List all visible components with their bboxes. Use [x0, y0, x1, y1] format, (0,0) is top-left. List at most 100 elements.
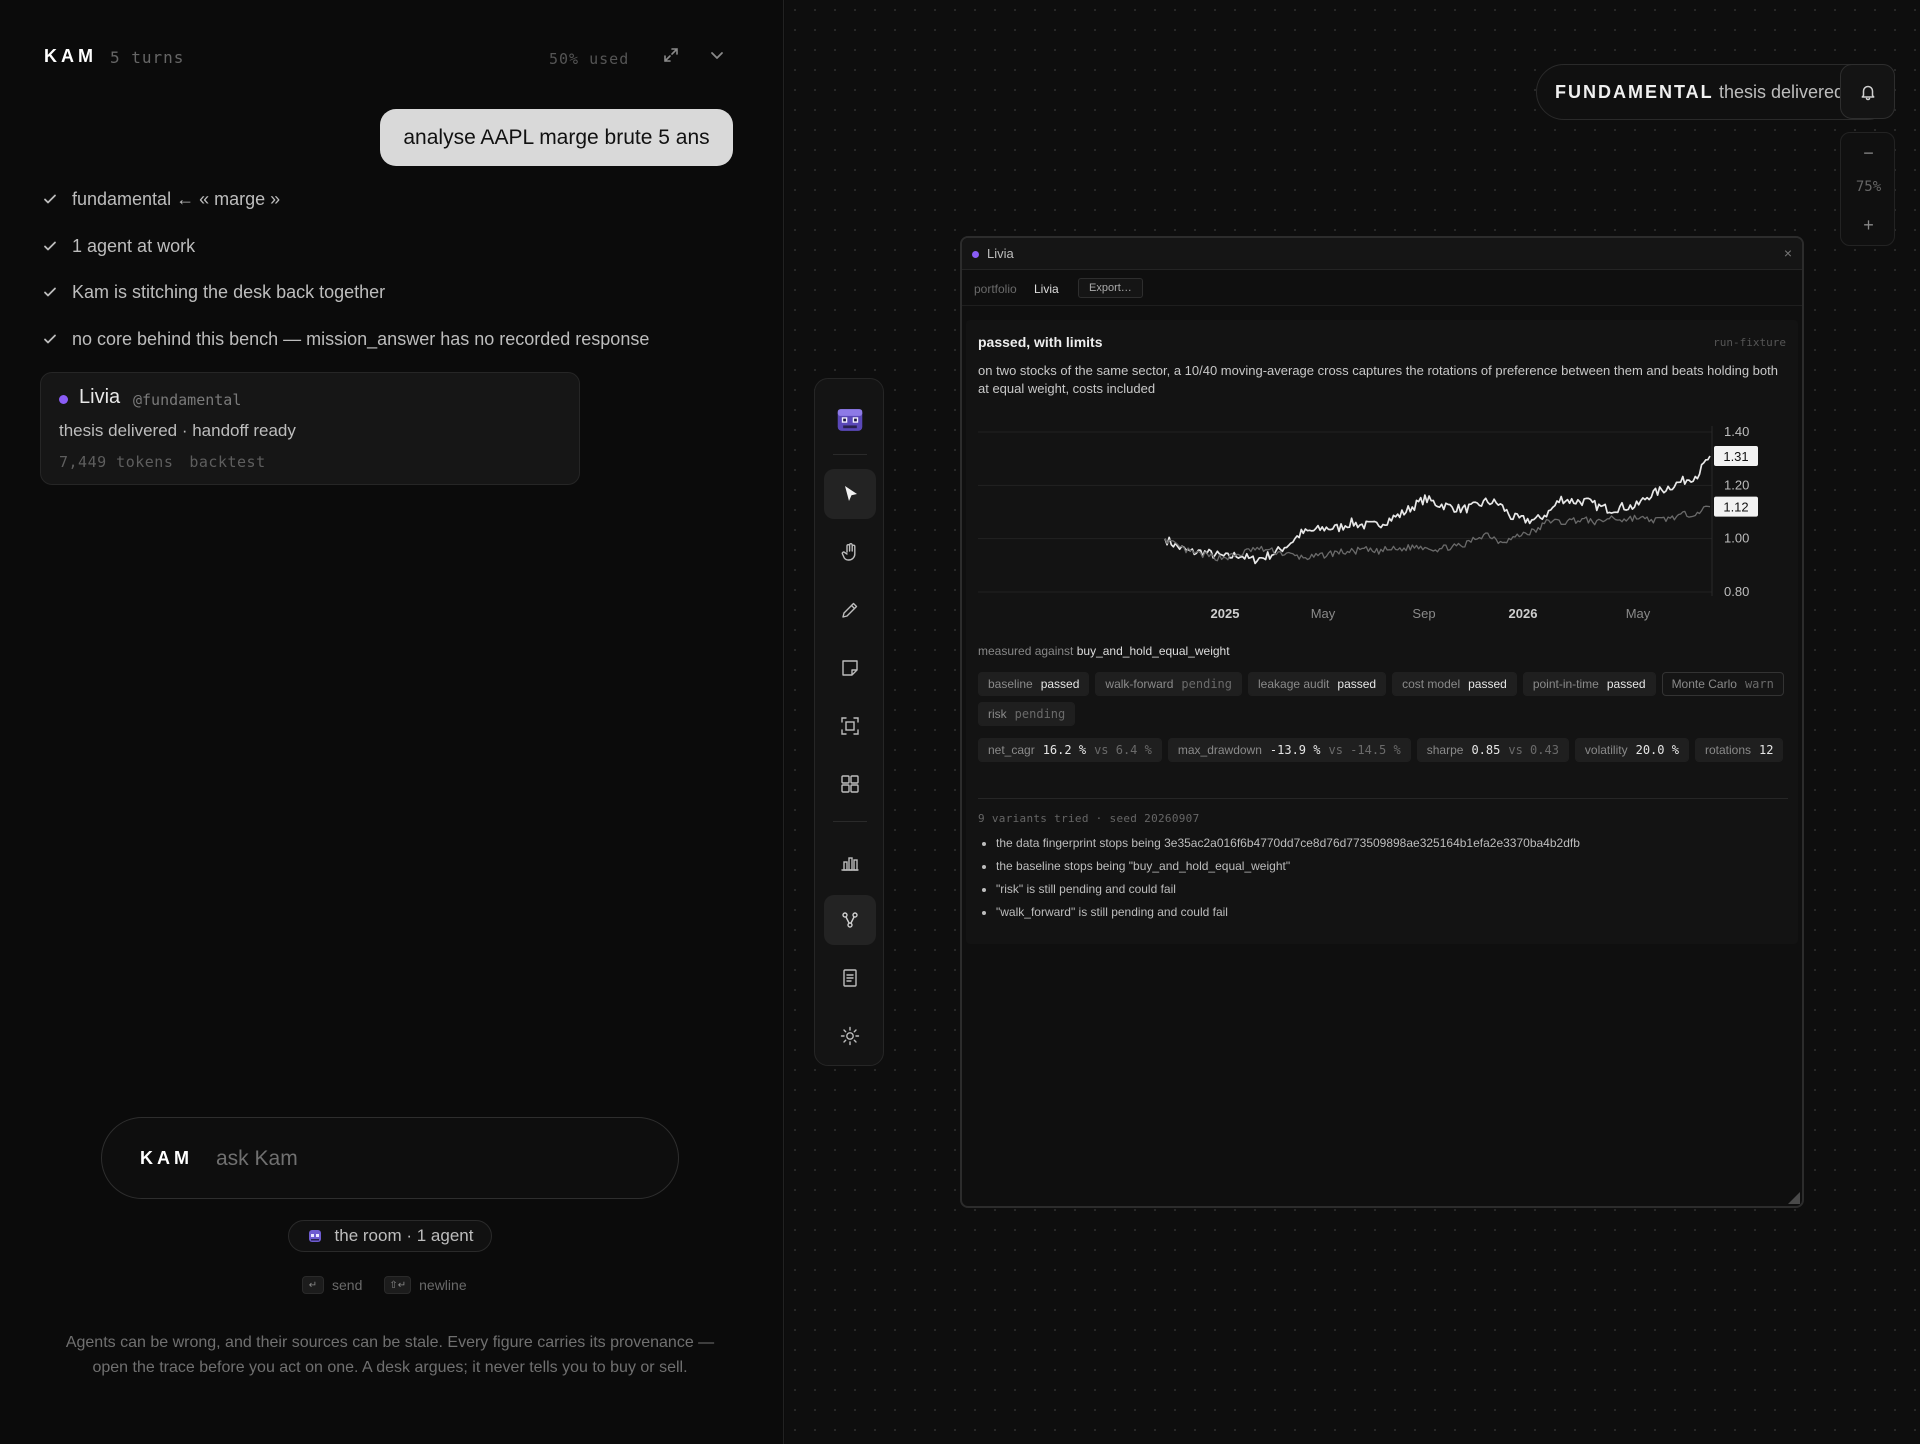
room-button[interactable]: the room · 1 agent: [288, 1220, 492, 1252]
check-chip[interactable]: leakage audit passed: [1248, 672, 1387, 696]
frame-icon: [841, 717, 859, 735]
variants-summary: 9 variants tried · seed 20260907: [978, 812, 1200, 825]
status-line: fundamental ← « marge »: [42, 187, 280, 211]
context-usage: 50% used: [549, 50, 630, 68]
hand-tool[interactable]: [824, 527, 876, 577]
chat-input-box: KAM: [101, 1117, 679, 1199]
document-icon: [843, 969, 857, 987]
strategy-series-line: [1164, 455, 1711, 565]
caveat-list: the data fingerprint stops being 3e35ac2…: [978, 832, 1788, 924]
window-subbar: portfolio Livia Export…: [962, 271, 1802, 306]
desk-status: thesis delivered: [1719, 82, 1845, 102]
kbd-key: ↵: [302, 1276, 324, 1294]
metric-value: 12: [1759, 743, 1774, 757]
hand-icon: [841, 543, 856, 561]
zoom-in-button[interactable]: +: [1841, 213, 1896, 237]
portfolio-name[interactable]: Livia: [1034, 282, 1059, 296]
metric-vs: vs -14.5 %: [1328, 743, 1401, 757]
verdict-title: passed, with limits: [978, 334, 1103, 350]
brand-logo: KAM: [44, 46, 97, 66]
metric-vs: vs 6.4 %: [1094, 743, 1152, 757]
sticky-note-tool[interactable]: [824, 643, 876, 693]
check-chip[interactable]: cost model passed: [1392, 672, 1517, 696]
metric-name: max_drawdown: [1177, 743, 1262, 757]
check-state: pending: [1181, 677, 1232, 691]
check-icon: [44, 287, 56, 297]
toolbar-divider: [833, 454, 867, 455]
check-icon: [44, 241, 56, 251]
pencil-tool[interactable]: [824, 585, 876, 635]
status-text: no core behind this bench — mission_answ…: [72, 328, 650, 349]
check-chip[interactable]: walk-forward pending: [1095, 672, 1242, 696]
input-brand: KAM: [140, 1148, 193, 1168]
metric-chips: net_cagr 16.2 % vs 6.4 % max_drawdown -13.9…: [978, 738, 1788, 762]
check-icon: [44, 334, 56, 344]
check-chip[interactable]: baseline passed: [978, 672, 1090, 696]
metric-name: volatility: [1584, 743, 1628, 757]
bell-icon: [1861, 85, 1874, 100]
check-name: Monte Carlo: [1671, 677, 1737, 691]
tool-palette: [814, 378, 884, 1066]
metric-chip: rotations 12: [1694, 738, 1784, 762]
metric-name: net_cagr: [988, 743, 1035, 757]
settings-tool[interactable]: [824, 1011, 876, 1061]
room-label: the room · 1 agent: [334, 1226, 474, 1245]
chat-panel: KAM 5 turns 50% used analyse AAPL marge …: [0, 0, 784, 1444]
check-chips: baseline passed walk-forward pending leaka…: [978, 672, 1788, 726]
metric-name: sharpe: [1426, 743, 1464, 757]
resize-handle-icon[interactable]: [1786, 1190, 1800, 1204]
zoom-out-button[interactable]: −: [1841, 141, 1896, 165]
chat-header: KAM 5 turns 50% used: [44, 44, 723, 68]
thesis-text: on two stocks of the same sector, a 10/4…: [978, 363, 1778, 396]
document-tool[interactable]: [824, 953, 876, 1003]
expand-icon[interactable]: [660, 44, 682, 66]
check-name: leakage audit: [1258, 677, 1330, 691]
chevron-down-icon[interactable]: [706, 44, 728, 66]
robot-avatar-icon: [837, 409, 863, 431]
sun-settings-icon: [840, 1026, 860, 1046]
agent-tokens: 7,449 tokens: [59, 453, 174, 471]
pencil-icon: [842, 602, 858, 618]
frame-tool[interactable]: [824, 701, 876, 751]
check-state: passed: [1606, 677, 1646, 691]
check-chip[interactable]: point-in-time passed: [1522, 672, 1656, 696]
zoom-level: 75%: [1855, 179, 1882, 195]
y-tick-label: 1.20: [1724, 477, 1749, 492]
y-tick-label: 1.40: [1724, 424, 1749, 439]
portfolio-label: portfolio: [974, 282, 1017, 296]
benchmark-series-line: [1164, 505, 1711, 562]
close-icon[interactable]: ×: [1784, 245, 1792, 261]
bar-chart-icon: [841, 857, 859, 871]
agent-status: thesis delivered · handoff ready: [59, 421, 296, 440]
caveat-item: the baseline stops being "buy_and_hold_e…: [978, 855, 1788, 878]
metric-value: 20.0 %: [1635, 743, 1679, 757]
grid-tool[interactable]: [824, 759, 876, 809]
status-text: 1 agent at work: [72, 235, 196, 256]
agent-card[interactable]: Livia @fundamental thesis delivered · ha…: [40, 372, 580, 485]
agent-report-window[interactable]: Livia × portfolio Livia Export… passed, …: [960, 236, 1804, 1208]
window-titlebar[interactable]: Livia ×: [962, 238, 1802, 270]
check-name: risk: [988, 707, 1007, 721]
benchmark-name: buy_and_hold_equal_weight: [1076, 644, 1230, 658]
chart-tool[interactable]: [824, 837, 876, 887]
agent-handle: @fundamental: [133, 391, 242, 409]
zoom-control: − 75% +: [1840, 132, 1895, 246]
shortcut-label: newline: [419, 1277, 467, 1293]
agent-name: Livia: [79, 386, 121, 408]
check-chip[interactable]: Monte Carlo warn: [1661, 672, 1784, 696]
x-tick-label: 2025: [1211, 606, 1240, 621]
select-tool[interactable]: [824, 469, 876, 519]
ask-input[interactable]: [216, 1138, 636, 1180]
export-button[interactable]: Export…: [1078, 278, 1143, 298]
notifications-button[interactable]: [1840, 64, 1895, 119]
turn-count: 5 turns: [110, 48, 185, 67]
caveat-item: "risk" is still pending and could fail: [978, 878, 1788, 901]
x-tick-label: May: [1311, 606, 1336, 621]
metric-value: 0.85: [1471, 743, 1501, 757]
metric-chip: sharpe 0.85 vs 0.43: [1416, 738, 1569, 762]
nodes-icon: [842, 912, 858, 928]
check-chip[interactable]: risk pending: [978, 702, 1076, 726]
nodes-tool[interactable]: [824, 895, 876, 945]
status-line: no core behind this bench — mission_answ…: [42, 327, 649, 351]
agent-avatar-tool[interactable]: [824, 395, 876, 445]
